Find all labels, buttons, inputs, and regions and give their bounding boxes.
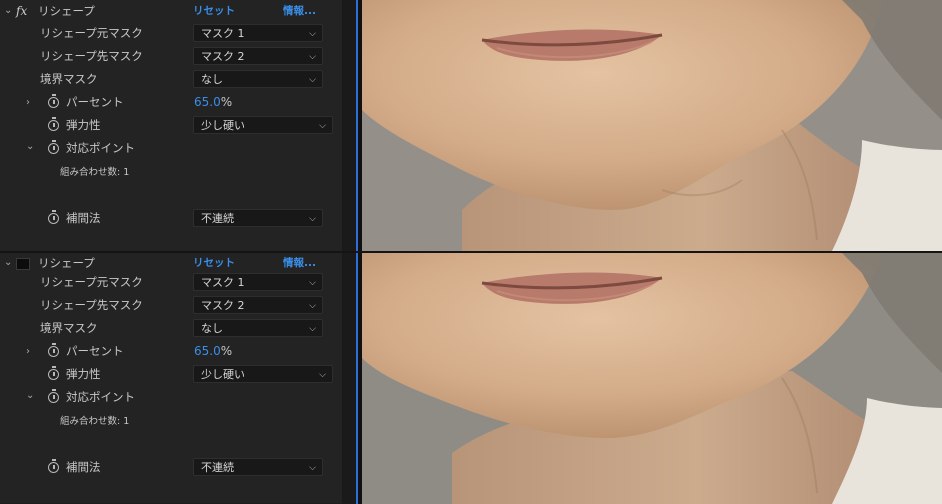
panel-scrollbar-top[interactable] — [342, 0, 356, 251]
stopwatch-icon[interactable] — [48, 94, 59, 108]
chevron-down-icon: ⌵ — [309, 29, 316, 39]
chevron-down-icon: ⌵ — [319, 370, 326, 380]
chevron-down-icon: ⌵ — [309, 324, 316, 334]
effect-controls-panel-top: ⌄ fx リシェープ リセット 情報... リシェープ元マスク マスク 1 ⌵ … — [0, 0, 342, 251]
percent-value[interactable]: 65.0% — [194, 340, 232, 363]
chevron-down-icon: ⌵ — [309, 52, 316, 62]
panel-scrollbar-bottom[interactable] — [342, 252, 356, 504]
boundary-mask-value: なし — [201, 322, 223, 335]
dest-mask-row: リシェープ先マスク マスク 2 ⌵ — [0, 294, 342, 317]
stopwatch-icon[interactable] — [48, 459, 59, 473]
elasticity-value: 少し硬い — [201, 119, 245, 132]
dest-mask-row: リシェープ先マスク マスク 2 ⌵ — [0, 45, 342, 68]
effect-controls-panel-bottom: ⌄ リシェープ リセット 情報... リシェープ元マスク マスク 1 ⌵ リシェ… — [0, 252, 342, 503]
boundary-mask-value: なし — [201, 73, 223, 86]
chevron-down-icon: ⌵ — [309, 278, 316, 288]
chevron-down-icon[interactable]: ⌄ — [4, 0, 12, 22]
dest-mask-value: マスク 2 — [201, 50, 245, 63]
reset-link[interactable]: リセット — [193, 0, 235, 22]
percent-value[interactable]: 65.0% — [194, 91, 232, 114]
elasticity-label: 弾力性 — [66, 118, 101, 132]
boundary-mask-dropdown[interactable]: なし ⌵ — [193, 319, 323, 337]
correspondence-row: ⌄ 対応ポイント — [0, 386, 342, 409]
boundary-mask-label: 境界マスク — [40, 321, 98, 335]
interpolation-row: 補間法 不連続 ⌵ — [0, 207, 342, 230]
boundary-mask-row: 境界マスク なし ⌵ — [0, 317, 342, 340]
elasticity-dropdown[interactable]: 少し硬い ⌵ — [193, 365, 333, 383]
combinations-row: 組み合わせ数: 1 — [0, 410, 342, 433]
source-mask-value: マスク 1 — [201, 276, 245, 289]
dest-mask-value: マスク 2 — [201, 299, 245, 312]
stopwatch-icon[interactable] — [48, 389, 59, 403]
chevron-down-icon: ⌵ — [309, 214, 316, 224]
interpolation-value: 不連続 — [201, 461, 234, 474]
effect-name: リシェープ — [38, 4, 95, 18]
dest-mask-dropdown[interactable]: マスク 2 ⌵ — [193, 47, 323, 65]
effect-header[interactable]: ⌄ fx リシェープ リセット 情報... — [0, 0, 342, 22]
interpolation-value: 不連続 — [201, 212, 234, 225]
dest-mask-label: リシェープ先マスク — [40, 298, 143, 312]
elasticity-row: 弾力性 少し硬い ⌵ — [0, 114, 342, 137]
source-mask-dropdown[interactable]: マスク 1 ⌵ — [193, 24, 323, 42]
stopwatch-icon[interactable] — [48, 343, 59, 357]
dest-mask-dropdown[interactable]: マスク 2 ⌵ — [193, 296, 323, 314]
correspondence-row: ⌄ 対応ポイント — [0, 137, 342, 160]
dest-mask-label: リシェープ先マスク — [40, 49, 143, 63]
source-mask-row: リシェープ元マスク マスク 1 ⌵ — [0, 22, 342, 45]
stopwatch-icon[interactable] — [48, 140, 59, 154]
chevron-down-icon: ⌵ — [309, 301, 316, 311]
chevron-right-icon[interactable]: › — [26, 340, 30, 363]
interpolation-dropdown[interactable]: 不連続 ⌵ — [193, 458, 323, 476]
chevron-down-icon[interactable]: ⌄ — [26, 135, 34, 158]
chevron-right-icon[interactable]: › — [26, 91, 30, 114]
percent-row: › パーセント 65.0% — [0, 91, 342, 114]
chevron-down-icon: ⌵ — [309, 75, 316, 85]
combinations-label: 組み合わせ数: 1 — [60, 416, 130, 427]
correspondence-label: 対応ポイント — [66, 390, 135, 404]
preview-image-after — [362, 253, 942, 504]
source-mask-dropdown[interactable]: マスク 1 ⌵ — [193, 273, 323, 291]
chevron-down-icon[interactable]: ⌄ — [26, 384, 34, 407]
interpolation-label: 補間法 — [66, 460, 101, 474]
fx-icon[interactable]: fx — [16, 0, 27, 22]
chevron-down-icon: ⌵ — [319, 121, 326, 131]
elasticity-label: 弾力性 — [66, 367, 101, 381]
boundary-mask-row: 境界マスク なし ⌵ — [0, 68, 342, 91]
combinations-row: 組み合わせ数: 1 — [0, 161, 342, 184]
source-mask-value: マスク 1 — [201, 27, 245, 40]
interpolation-dropdown[interactable]: 不連続 ⌵ — [193, 209, 323, 227]
preview-image-before — [362, 0, 942, 251]
correspondence-label: 対応ポイント — [66, 141, 135, 155]
info-link[interactable]: 情報... — [283, 0, 316, 22]
combinations-label: 組み合わせ数: 1 — [60, 167, 130, 178]
percent-label: パーセント — [66, 344, 124, 358]
chevron-down-icon: ⌵ — [309, 463, 316, 473]
source-mask-row: リシェープ元マスク マスク 1 ⌵ — [0, 271, 342, 294]
source-mask-label: リシェープ元マスク — [40, 275, 143, 289]
stopwatch-icon[interactable] — [48, 366, 59, 380]
interpolation-label: 補間法 — [66, 211, 101, 225]
stopwatch-icon[interactable] — [48, 210, 59, 224]
interpolation-row: 補間法 不連続 ⌵ — [0, 456, 342, 479]
elasticity-row: 弾力性 少し硬い ⌵ — [0, 363, 342, 386]
boundary-mask-label: 境界マスク — [40, 72, 98, 86]
percent-row: › パーセント 65.0% — [0, 340, 342, 363]
stopwatch-icon[interactable] — [48, 117, 59, 131]
boundary-mask-dropdown[interactable]: なし ⌵ — [193, 70, 323, 88]
effect-color-swatch[interactable] — [16, 258, 30, 270]
source-mask-label: リシェープ元マスク — [40, 26, 143, 40]
elasticity-value: 少し硬い — [201, 368, 245, 381]
percent-label: パーセント — [66, 95, 124, 109]
elasticity-dropdown[interactable]: 少し硬い ⌵ — [193, 116, 333, 134]
